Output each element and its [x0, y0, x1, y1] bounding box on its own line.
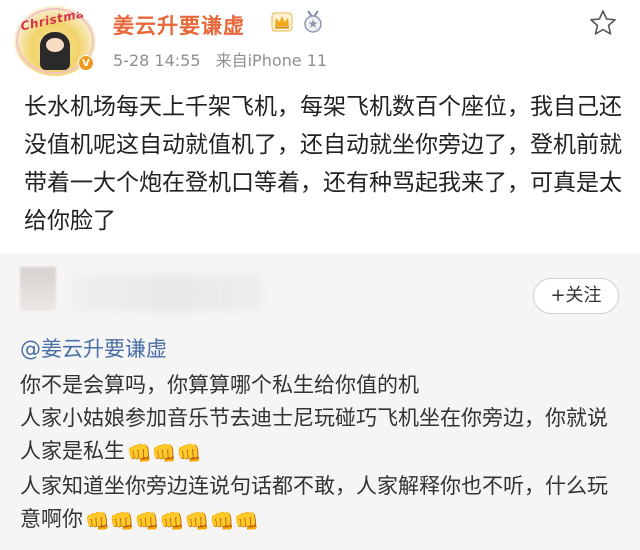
- comment-line-2: 人家小姑娘参加音乐节去迪士尼玩碰巧飞机坐在你旁边，你就说人家是私生 👊👊👊: [20, 402, 625, 470]
- weibo-post: Christmas V 姜云升要谦虚 5-28 14:55 来自iPhone 1…: [0, 0, 640, 253]
- commenter-avatar-blurred[interactable]: [20, 267, 56, 311]
- comment-text: 你不是会算吗，你算算哪个私生给你值的机 人家小姑娘参加音乐节去迪士尼玩碰巧飞机坐…: [20, 369, 625, 538]
- medal-badge-icon[interactable]: [302, 10, 324, 34]
- mention-link[interactable]: @姜云升要谦虚: [20, 333, 167, 363]
- comment-line-1: 你不是会算吗，你算算哪个私生给你值的机: [20, 373, 419, 397]
- post-text: 长水机场每天上千架飞机，每架飞机数百个座位，我自己还没值机呢这自动就值机了，还自…: [24, 94, 622, 234]
- follow-button[interactable]: +关注: [533, 278, 619, 314]
- crown-badge-icon[interactable]: [271, 12, 293, 32]
- comment-line-3: 人家知道坐你旁边连说句话都不敢，人家解释你也不听，什么玩意啊你 👊👊👊👊👊👊👊: [20, 470, 625, 538]
- post-source: 来自iPhone 11: [215, 51, 328, 70]
- repost-comment: +关注 @姜云升要谦虚 你不是会算吗，你算算哪个私生给你值的机 人家小姑娘参加音…: [0, 253, 640, 550]
- avatar-face: [46, 38, 64, 52]
- fist-emoji-icon: 👊👊👊👊👊👊👊: [85, 509, 260, 533]
- commenter-name-blurred: [72, 275, 262, 311]
- fist-emoji-icon: 👊👊👊: [127, 441, 202, 465]
- verified-badge-icon: V: [78, 55, 94, 71]
- star-icon[interactable]: [588, 8, 618, 38]
- comment-line-2-text: 人家小姑娘参加音乐节去迪士尼玩碰巧飞机坐在你旁边，你就说人家是私生: [20, 406, 608, 463]
- author-username[interactable]: 姜云升要谦虚: [113, 10, 245, 40]
- post-meta: 5-28 14:55 来自iPhone 11: [113, 47, 327, 71]
- post-time: 5-28 14:55: [113, 51, 201, 70]
